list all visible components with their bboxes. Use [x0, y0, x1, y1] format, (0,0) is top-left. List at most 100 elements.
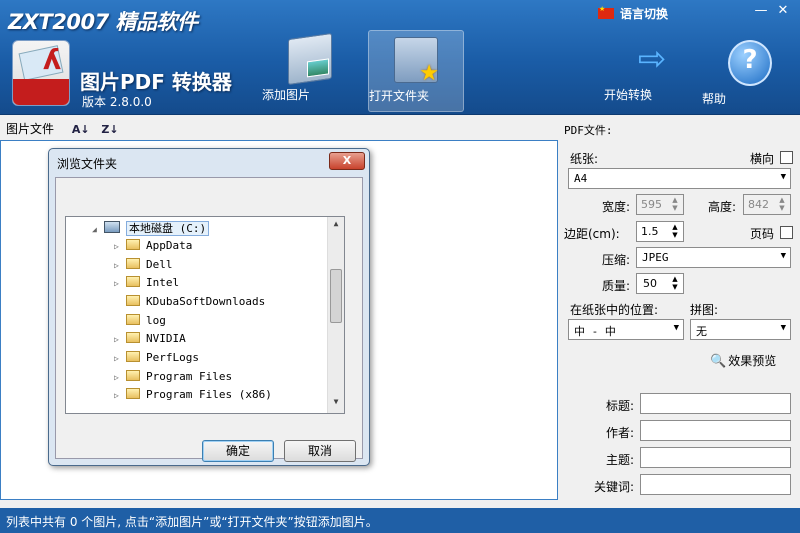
- tree-item-label: AppData: [146, 239, 193, 252]
- tree-item-label: Program Files (x86): [146, 388, 272, 401]
- language-switch-label: 语言切换: [620, 7, 669, 21]
- dialog-body: ◢ 本地磁盘 (C:) ▷ AppData ▷ Dell ▷ Intel KDubaSo…: [55, 177, 363, 462]
- collage-select[interactable]: 无 ▼: [690, 319, 791, 340]
- width-spinner[interactable]: 595 ▲ ▼: [636, 194, 684, 215]
- height-spinner[interactable]: 842 ▲ ▼: [743, 194, 791, 215]
- preview-button[interactable]: 🔍 效果预览: [710, 352, 776, 369]
- position-select[interactable]: 中 - 中 ▼: [568, 319, 684, 340]
- add-image-button[interactable]: 添加图片: [262, 30, 358, 112]
- tree-item-label: PerfLogs: [146, 351, 199, 364]
- help-label: 帮助: [702, 92, 727, 106]
- folder-icon: [126, 258, 140, 269]
- tree-item-label: NVIDIA: [146, 332, 186, 345]
- keywords-input[interactable]: [640, 474, 791, 495]
- spinner-arrows-icon: ▲ ▼: [672, 275, 678, 291]
- expand-arrow-icon[interactable]: ▷: [114, 261, 126, 270]
- folder-icon: [126, 314, 140, 325]
- tree-item-label: Program Files: [146, 370, 233, 383]
- title-label: 标题:: [606, 399, 635, 413]
- title-input[interactable]: [640, 393, 791, 414]
- tree-item-label: log: [146, 314, 166, 327]
- preview-label: 效果预览: [728, 354, 777, 368]
- paper-select-value: A4: [574, 172, 588, 185]
- magnifier-icon: 🔍: [710, 354, 727, 369]
- open-folder-label: 打开文件夹: [369, 89, 430, 103]
- chevron-down-icon: ▼: [780, 251, 786, 261]
- tree-item[interactable]: ▷ PerfLogs: [114, 351, 199, 369]
- start-arrow-icon: ⇨: [637, 39, 667, 79]
- collage-label: 拼图:: [690, 303, 719, 317]
- tree-item-label: Dell: [146, 258, 173, 271]
- app-window: ZXT2007 精品软件 ʎ 图片PDF 转换器 版本 2.8.0.0 添加图片…: [0, 0, 800, 533]
- page-number-checkbox[interactable]: [780, 226, 793, 239]
- open-folder-button[interactable]: ★ 打开文件夹: [368, 30, 464, 112]
- position-label: 在纸张中的位置:: [570, 303, 659, 317]
- chevron-down-icon: ▼: [780, 323, 786, 333]
- add-image-label: 添加图片: [262, 88, 311, 102]
- tree-scrollbar[interactable]: ▲ ▼: [327, 217, 344, 413]
- expand-arrow-icon[interactable]: ▷: [114, 354, 126, 363]
- window-controls: — ✕: [750, 3, 794, 18]
- dialog-title: 浏览文件夹: [57, 157, 118, 171]
- tree-item[interactable]: KDubaSoftDownloads: [114, 295, 265, 313]
- landscape-checkbox[interactable]: [780, 151, 793, 164]
- folder-icon: [126, 295, 140, 306]
- tree-item[interactable]: ▷ Dell: [114, 258, 173, 276]
- subject-input[interactable]: [640, 447, 791, 468]
- quality-label: 质量:: [602, 279, 631, 293]
- browse-folder-dialog: 浏览文件夹 X ◢ 本地磁盘 (C:) ▷ AppData ▷ Dell ▷ Intel…: [48, 148, 370, 466]
- margin-spinner[interactable]: 1.5 ▲ ▼: [636, 221, 684, 242]
- expand-arrow-icon[interactable]: ▷: [114, 279, 126, 288]
- scroll-up-icon[interactable]: ▲: [328, 219, 344, 233]
- expand-arrow-icon[interactable]: ▷: [114, 335, 126, 344]
- help-button[interactable]: ? 帮助: [702, 30, 798, 112]
- start-convert-button[interactable]: ⇨ 开始转换: [604, 30, 700, 112]
- author-label: 作者:: [606, 426, 635, 440]
- sort-descending-icon[interactable]: Z↓: [101, 123, 118, 136]
- folder-icon: [126, 370, 140, 381]
- tree-item[interactable]: ▷ Program Files (x86): [114, 388, 272, 406]
- folder-icon: [126, 239, 140, 250]
- minimize-icon[interactable]: —: [750, 3, 772, 18]
- tree-item[interactable]: log: [114, 314, 166, 332]
- expand-arrow-icon[interactable]: ▷: [114, 373, 126, 382]
- tree-item[interactable]: ▷ NVIDIA: [114, 332, 186, 350]
- folder-tree[interactable]: ◢ 本地磁盘 (C:) ▷ AppData ▷ Dell ▷ Intel KDubaSo…: [65, 216, 345, 414]
- chevron-down-icon: ▼: [673, 323, 679, 333]
- expand-arrow-icon[interactable]: ▷: [114, 391, 126, 400]
- expand-arrow-icon[interactable]: ▷: [114, 242, 126, 251]
- paper-select[interactable]: A4 ▼: [568, 168, 791, 189]
- paper-label: 纸张:: [570, 152, 599, 166]
- language-switch[interactable]: 语言切换: [598, 5, 668, 22]
- position-select-value: 中 - 中: [574, 325, 616, 338]
- header-bar: ZXT2007 精品软件 ʎ 图片PDF 转换器 版本 2.8.0.0 添加图片…: [0, 0, 800, 115]
- close-icon[interactable]: ✕: [772, 3, 794, 18]
- scroll-thumb[interactable]: [330, 269, 342, 323]
- cancel-button[interactable]: 取消: [284, 440, 356, 462]
- scroll-down-icon[interactable]: ▼: [328, 397, 344, 411]
- ok-button[interactable]: 确定: [202, 440, 274, 462]
- margin-label: 边距(cm):: [564, 227, 620, 241]
- tree-item-label: Intel: [146, 276, 180, 289]
- help-icon: ?: [728, 40, 772, 86]
- logo-red-band: [13, 79, 69, 105]
- tree-item[interactable]: ▷ Intel: [114, 276, 179, 294]
- compression-select[interactable]: JPEG ▼: [636, 247, 791, 268]
- spinner-arrows-icon: ▲ ▼: [672, 223, 678, 239]
- landscape-label: 横向: [750, 152, 775, 166]
- dialog-close-button[interactable]: X: [329, 152, 365, 170]
- author-input[interactable]: [640, 420, 791, 441]
- tree-root-row[interactable]: ◢ 本地磁盘 (C:): [92, 220, 210, 238]
- quality-spinner[interactable]: 50 ▲ ▼: [636, 273, 684, 294]
- start-convert-label: 开始转换: [604, 88, 653, 102]
- tree-item-label: KDubaSoftDownloads: [146, 295, 266, 308]
- collapse-arrow-icon[interactable]: ◢: [92, 225, 104, 234]
- logo-acrobat-mark: ʎ: [43, 43, 62, 76]
- tree-item[interactable]: ▷ Program Files: [114, 370, 232, 388]
- tree-item[interactable]: ▷ AppData: [114, 239, 192, 257]
- version-label: 版本 2.8.0.0: [82, 95, 152, 109]
- sort-ascending-icon[interactable]: A↓: [72, 123, 90, 136]
- app-logo: ʎ: [12, 40, 70, 106]
- status-bar: 列表中共有 0 个图片, 点击“添加图片”或“打开文件夹”按钮添加图片。: [0, 508, 800, 533]
- folder-icon: [126, 332, 140, 343]
